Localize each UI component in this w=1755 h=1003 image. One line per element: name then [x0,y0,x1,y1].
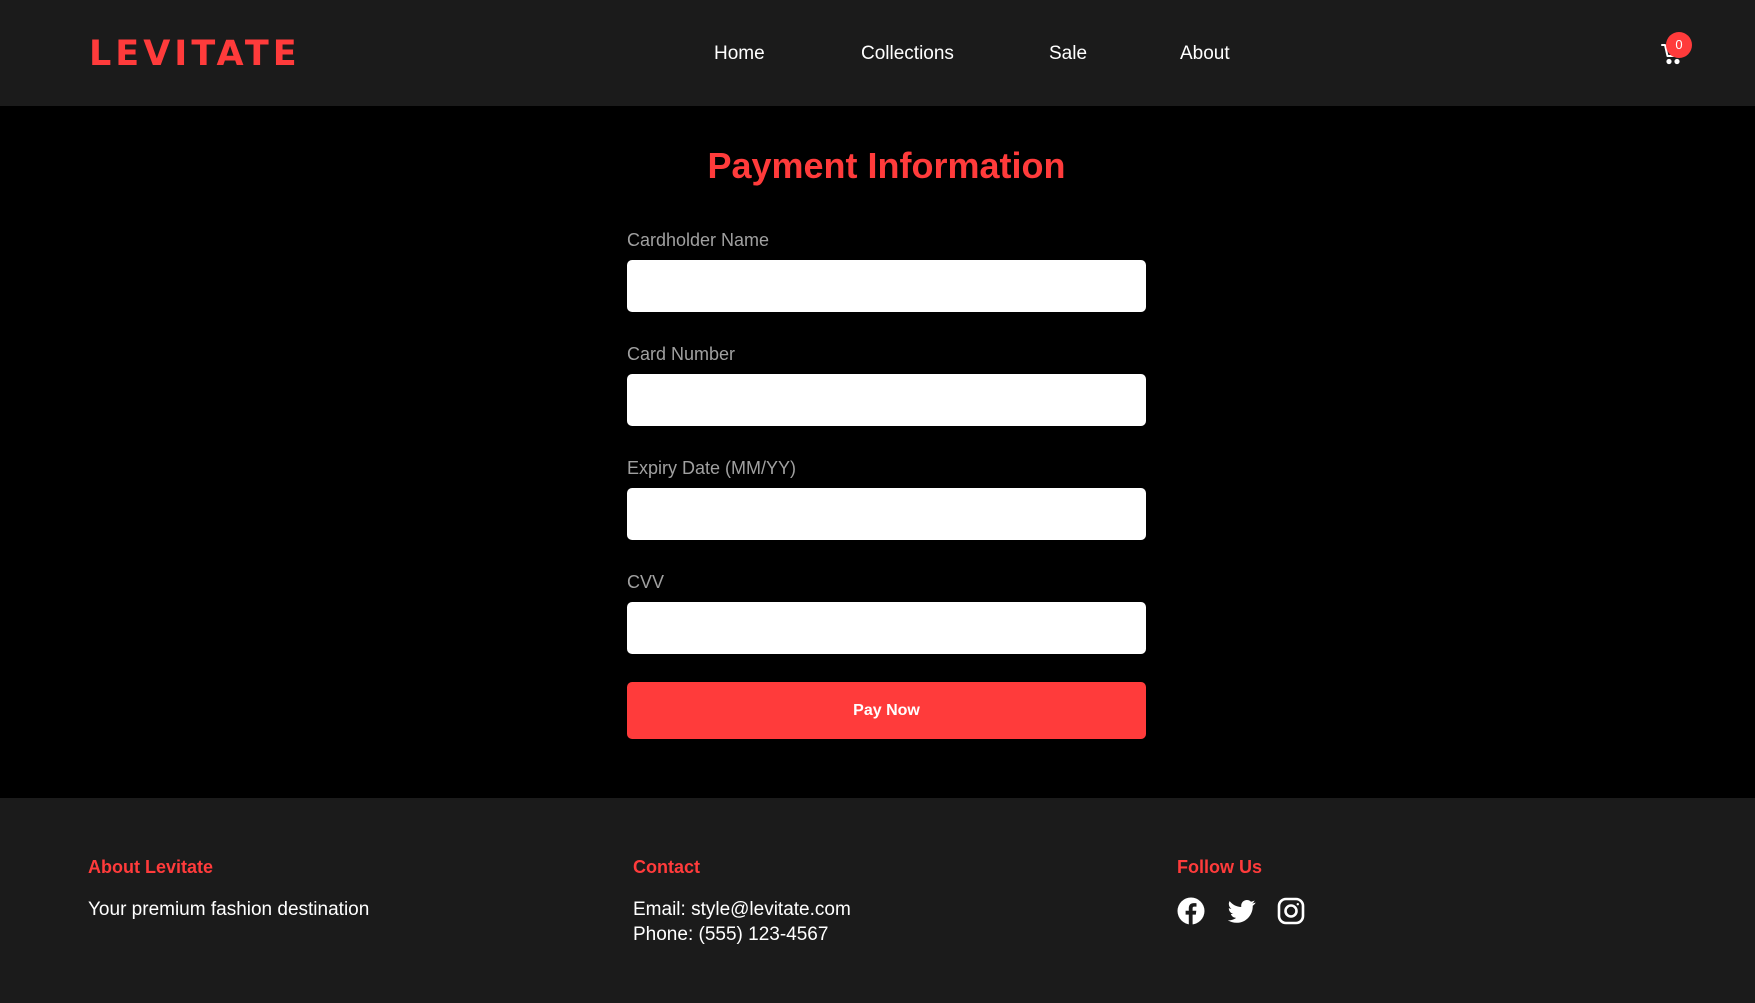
card-number-label: Card Number [627,344,736,364]
footer-contact-email: Email: style@levitate.com [633,899,851,920]
pay-now-button[interactable]: Pay Now [627,682,1146,739]
footer-contact-phone: Phone: (555) 123-4567 [633,924,829,945]
nav-item-sale[interactable]: Sale [1049,42,1087,66]
expiry-date-input[interactable] [627,488,1146,540]
cart-count-badge: 0 [1666,32,1692,58]
cvv-label: CVV [627,572,665,592]
twitter-icon[interactable] [1228,897,1256,925]
instagram-icon[interactable] [1277,897,1305,925]
page-title: Payment Information [707,145,1066,186]
footer-about-text: Your premium fashion destination [88,899,370,920]
payment-section: Payment Information Cardholder Name Card… [0,106,1755,798]
facebook-icon[interactable] [1177,897,1205,925]
brand-logo[interactable]: LEVITATE [89,33,301,75]
expiry-date-label: Expiry Date (MM/YY) [627,458,797,478]
footer-about-heading: About Levitate [88,857,214,877]
cvv-input[interactable] [627,602,1146,654]
card-number-input[interactable] [627,374,1146,426]
cardholder-name-input[interactable] [627,260,1146,312]
nav-item-collections[interactable]: Collections [861,42,954,66]
footer-contact-heading: Contact [633,857,700,877]
cardholder-name-label: Cardholder Name [627,230,770,250]
nav-item-about[interactable]: About [1180,42,1230,66]
footer-follow-heading: Follow Us [1177,857,1262,877]
site-header: LEVITATE Home Collections Sale About 0 [0,0,1755,106]
nav-item-home[interactable]: Home [714,42,765,66]
site-footer: About Levitate Your premium fashion dest… [0,798,1755,1003]
